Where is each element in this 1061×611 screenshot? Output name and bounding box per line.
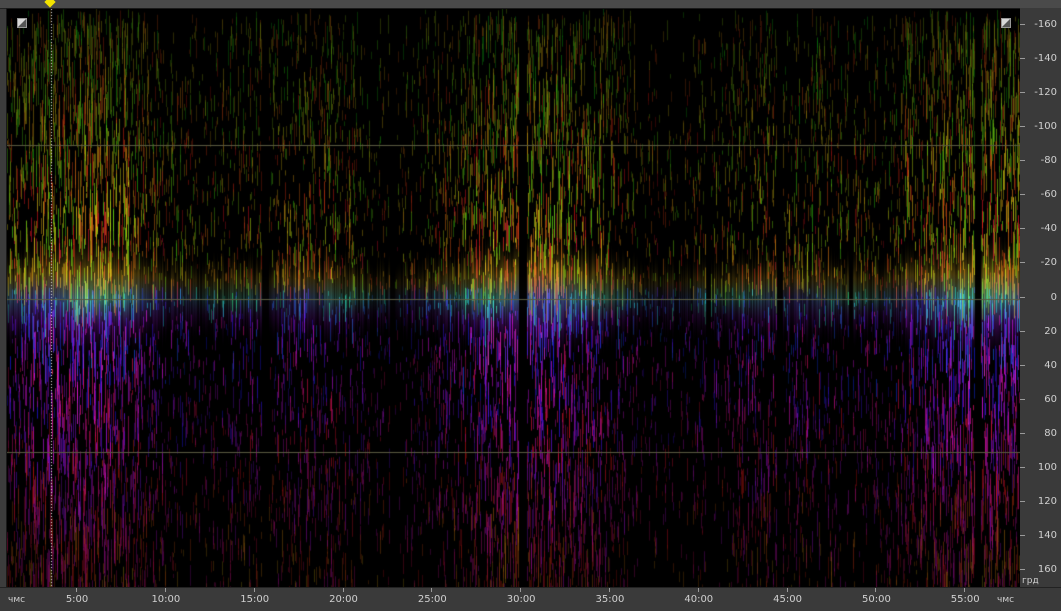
y-tick-label: 60 <box>1044 393 1057 405</box>
y-tick: -40 <box>1020 223 1061 235</box>
y-tick-mark <box>1020 296 1025 298</box>
y-tick-label: -140 <box>1034 53 1057 65</box>
phase-scope-window: -160 -140 -120 -100 -80 -60 -40 -20 0 20 40 60 80 100… <box>0 0 1061 611</box>
y-tick-label: -80 <box>1040 155 1057 167</box>
y-tick: -140 <box>1020 53 1061 65</box>
y-tick-mark <box>1020 92 1025 94</box>
x-axis-unit-left: чмс <box>8 595 26 605</box>
x-tick-mark <box>520 588 522 592</box>
y-tick: -80 <box>1020 155 1061 167</box>
y-tick-mark <box>1020 24 1025 26</box>
y-tick: -20 <box>1020 257 1061 269</box>
x-tick-label: 35:00 <box>595 594 625 605</box>
spectrogram-display[interactable] <box>6 8 1022 589</box>
y-tick-label: 80 <box>1044 427 1057 439</box>
y-tick-label: 140 <box>1037 529 1057 541</box>
y-tick: 80 <box>1020 428 1061 440</box>
y-axis-unit: грд <box>1022 576 1039 586</box>
x-tick-label: 25:00 <box>417 594 447 605</box>
x-tick-label: 45:00 <box>773 594 802 605</box>
y-tick-label: 160 <box>1037 563 1057 575</box>
y-tick-mark <box>1020 398 1025 400</box>
y-tick: 160 <box>1020 564 1061 576</box>
x-tick-label: 20:00 <box>329 594 358 605</box>
x-tick-mark <box>164 588 166 592</box>
y-tick-label: -40 <box>1040 223 1057 235</box>
x-axis-unit-right: чмс <box>997 595 1015 605</box>
y-tick-label: -60 <box>1040 189 1057 201</box>
x-tick-mark <box>608 588 610 592</box>
playhead-marker[interactable] <box>44 0 57 8</box>
y-tick-mark <box>1020 568 1025 570</box>
y-tick-mark <box>1020 58 1025 60</box>
x-tick-label: 5:00 <box>65 594 89 605</box>
y-tick-mark <box>1020 364 1025 366</box>
y-tick: 20 <box>1020 326 1061 338</box>
y-tick: -100 <box>1020 121 1061 133</box>
y-tick: -120 <box>1020 87 1061 99</box>
y-tick: 0 <box>1020 292 1061 304</box>
y-tick: 140 <box>1020 530 1061 542</box>
y-tick-label: 40 <box>1044 359 1057 371</box>
y-tick-mark <box>1020 126 1025 128</box>
y-tick-mark <box>1020 330 1025 332</box>
y-axis: -160 -140 -120 -100 -80 -60 -40 -20 0 20 40 60 80 100… <box>1020 8 1061 587</box>
x-tick-mark <box>342 588 344 592</box>
y-tick: -60 <box>1020 189 1061 201</box>
x-tick-mark <box>253 588 255 592</box>
y-tick-mark <box>1020 466 1025 468</box>
y-tick-label: -120 <box>1034 87 1057 99</box>
x-axis[interactable]: чмс чмс 5:00 10:00 15:00 20:00 25:00 30:00 35:… <box>0 587 1061 611</box>
y-tick: 120 <box>1020 496 1061 508</box>
zoom-corner-left-icon[interactable] <box>17 18 27 28</box>
x-tick-mark <box>964 588 966 592</box>
x-tick-label: 40:00 <box>684 594 714 605</box>
y-tick: 40 <box>1020 360 1061 372</box>
y-tick: -160 <box>1020 19 1061 31</box>
y-tick-label: 120 <box>1037 495 1057 507</box>
x-tick-mark <box>431 588 433 592</box>
y-tick-label: -160 <box>1034 19 1057 31</box>
y-tick-mark <box>1020 534 1025 536</box>
x-tick-label: 55:00 <box>950 594 980 605</box>
y-tick: 60 <box>1020 394 1061 406</box>
y-tick-label: 20 <box>1044 325 1057 337</box>
y-tick-label: 100 <box>1037 461 1057 473</box>
y-tick-mark <box>1020 160 1025 162</box>
x-tick-label: 10:00 <box>151 594 181 605</box>
y-tick-label: 0 <box>1050 291 1057 303</box>
y-tick-mark <box>1020 262 1025 264</box>
x-tick-mark <box>786 588 788 592</box>
x-tick-label: 50:00 <box>861 594 891 605</box>
x-tick-mark <box>76 588 78 592</box>
y-tick-label: -100 <box>1034 121 1057 133</box>
x-tick-mark <box>875 588 877 592</box>
x-tick-label: 15:00 <box>240 594 270 605</box>
y-tick: 100 <box>1020 462 1061 474</box>
y-tick-mark <box>1020 500 1025 502</box>
x-tick-label: 30:00 <box>506 594 536 605</box>
spectrogram-canvas[interactable] <box>7 9 1021 588</box>
y-tick-label: -20 <box>1040 257 1057 269</box>
y-tick-mark <box>1020 194 1025 196</box>
x-tick-mark <box>697 588 699 592</box>
y-tick-mark <box>1020 228 1025 230</box>
y-tick-mark <box>1020 432 1025 434</box>
zoom-corner-right-icon[interactable] <box>1001 18 1011 28</box>
